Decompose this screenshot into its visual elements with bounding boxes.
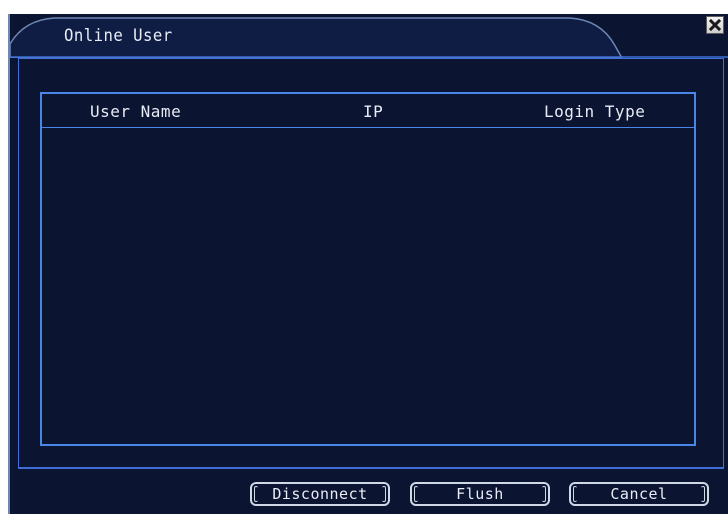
- online-user-table[interactable]: User Name IP Login Type: [40, 92, 696, 446]
- online-user-dialog: Online User User Name IP Login Type Disc…: [8, 14, 728, 514]
- footer-divider: [18, 468, 724, 469]
- table-header: User Name IP Login Type: [42, 94, 694, 128]
- column-header-login-type: Login Type: [544, 102, 646, 121]
- close-button[interactable]: [706, 16, 724, 34]
- column-header-ip: IP: [363, 102, 384, 121]
- dialog-title: Online User: [64, 26, 173, 46]
- close-x-icon: [709, 19, 721, 31]
- title-bar: Online User: [10, 14, 728, 58]
- disconnect-button[interactable]: Disconnect: [250, 482, 390, 506]
- column-header-user-name: User Name: [90, 102, 182, 121]
- cancel-button[interactable]: Cancel: [569, 482, 709, 506]
- flush-button[interactable]: Flush: [410, 482, 550, 506]
